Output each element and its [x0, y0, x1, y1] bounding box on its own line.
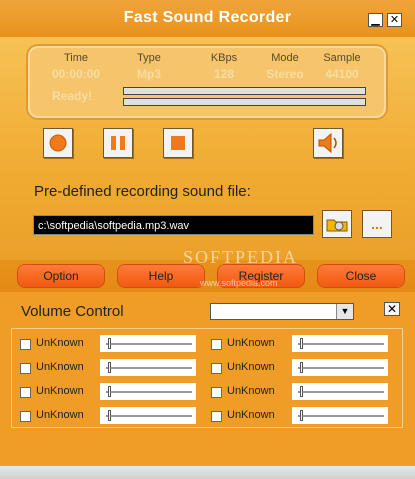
channel-label: UnKnown	[36, 409, 84, 421]
sample-header: Sample	[323, 52, 361, 64]
stop-icon	[171, 136, 185, 150]
channel-checkbox[interactable]	[20, 387, 31, 398]
channel-checkbox[interactable]	[211, 387, 222, 398]
file-path-input[interactable]: c:\softpedia\softpedia.mp3.wav	[33, 215, 314, 235]
sample-value: 44100	[325, 67, 359, 81]
channel-label: UnKnown	[36, 361, 84, 373]
stop-button[interactable]	[163, 128, 193, 158]
channel-label: UnKnown	[36, 337, 84, 349]
predefined-file-label: Pre-defined recording sound file:	[34, 183, 251, 200]
speaker-button[interactable]	[313, 128, 343, 158]
channel-slider[interactable]	[100, 335, 196, 352]
record-button[interactable]	[43, 128, 73, 158]
minimize-button[interactable]: ▁	[368, 13, 383, 27]
channel-checkbox[interactable]	[211, 339, 222, 350]
kbps-header: KBps	[210, 52, 238, 64]
type-header: Type	[137, 52, 161, 64]
channel-checkbox[interactable]	[20, 411, 31, 422]
window-title: Fast Sound Recorder	[123, 9, 292, 26]
channel-label: UnKnown	[227, 361, 275, 373]
channel-slider[interactable]	[292, 407, 388, 424]
channel-checkbox[interactable]	[211, 363, 222, 374]
channel-slider[interactable]	[100, 359, 196, 376]
browse-file-button[interactable]	[322, 210, 352, 238]
mode-value: Stereo	[266, 67, 304, 81]
channel-label: UnKnown	[36, 385, 84, 397]
volume-control-label: Volume Control	[21, 303, 124, 320]
channel-label: UnKnown	[227, 385, 275, 397]
channel-checkbox[interactable]	[211, 411, 222, 422]
volume-device-select[interactable]	[210, 303, 354, 320]
type-value: Mp3	[137, 67, 161, 81]
channel-slider[interactable]	[100, 407, 196, 424]
status-text: Ready!	[52, 89, 93, 103]
channel-label: UnKnown	[227, 337, 275, 349]
mode-header: Mode	[271, 52, 299, 64]
channel-slider[interactable]	[292, 383, 388, 400]
watermark-url: www.softpedia.com	[200, 278, 278, 288]
record-icon	[49, 134, 67, 152]
channel-slider[interactable]	[292, 335, 388, 352]
background-strip	[0, 466, 415, 479]
level-meter-right	[123, 98, 366, 106]
channel-label: UnKnown	[227, 409, 275, 421]
time-header: Time	[63, 52, 89, 64]
more-options-button[interactable]: ...	[362, 210, 392, 238]
speaker-icon	[318, 132, 337, 154]
chevron-down-icon[interactable]: ▼	[336, 304, 353, 319]
pause-icon	[111, 136, 125, 150]
channel-checkbox[interactable]	[20, 339, 31, 350]
channel-slider[interactable]	[292, 359, 388, 376]
channel-slider[interactable]	[100, 383, 196, 400]
pause-button[interactable]	[103, 128, 133, 158]
volume-close-button[interactable]: ✕	[384, 302, 400, 316]
level-meter-left	[123, 87, 366, 95]
channel-checkbox[interactable]	[20, 363, 31, 374]
option-button[interactable]: Option	[18, 265, 104, 287]
close-button[interactable]: ✕	[387, 13, 402, 27]
help-button[interactable]: Help	[118, 265, 204, 287]
time-value: 00:00:00	[51, 67, 101, 81]
folder-disk-icon	[326, 219, 348, 232]
close-app-button[interactable]: Close	[318, 265, 404, 287]
kbps-value: 128	[213, 67, 235, 81]
watermark-text: SOFTPEDIA	[183, 247, 299, 267]
